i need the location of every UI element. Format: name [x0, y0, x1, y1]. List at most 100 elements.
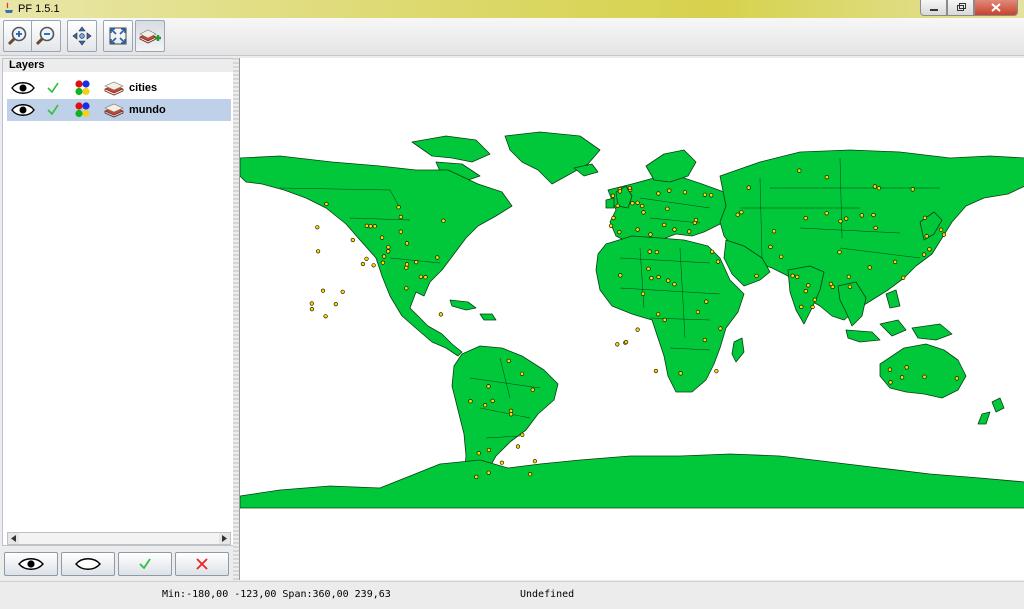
city-marker	[682, 190, 688, 195]
city-marker	[910, 187, 915, 192]
country-shape	[449, 299, 477, 311]
city-marker	[309, 301, 314, 306]
city-marker	[508, 408, 514, 414]
city-marker	[630, 201, 635, 206]
layer-style-button[interactable]	[74, 80, 92, 96]
zoom-in-button[interactable]	[3, 20, 33, 52]
city-marker	[309, 307, 314, 312]
city-marker	[532, 459, 538, 464]
country-shape	[911, 323, 953, 341]
city-marker	[922, 374, 927, 379]
zoom-out-button[interactable]	[31, 20, 61, 52]
city-marker	[715, 259, 721, 264]
city-marker	[867, 265, 872, 270]
horizontal-scrollbar[interactable]	[7, 532, 231, 545]
check-icon	[139, 558, 151, 570]
hide-layer-button[interactable]	[61, 552, 115, 576]
title-bar: PF 1.5.1	[0, 0, 1024, 18]
country-shape	[645, 149, 697, 183]
city-marker	[704, 299, 709, 304]
city-marker	[490, 398, 495, 404]
city-marker	[824, 174, 830, 180]
layer-properties-button[interactable]	[104, 102, 124, 118]
eye-icon	[18, 558, 44, 570]
country-shape	[595, 235, 745, 393]
city-marker	[610, 193, 616, 198]
scroll-left-button[interactable]	[8, 533, 19, 544]
city-marker	[693, 217, 699, 223]
red-x-icon	[196, 558, 208, 570]
city-marker	[333, 302, 338, 307]
city-marker	[641, 291, 646, 296]
city-marker	[441, 218, 446, 223]
city-marker	[710, 249, 715, 254]
city-marker	[640, 203, 645, 209]
map-extent-readout: Min:-180,00 -123,00 Span:360,00 239,63	[162, 589, 391, 600]
city-marker	[315, 249, 321, 254]
city-marker	[635, 327, 640, 332]
add-layer-button[interactable]	[135, 20, 165, 52]
layer-enabled-check[interactable]	[46, 80, 60, 96]
toolbar	[0, 18, 1024, 56]
city-marker	[824, 211, 829, 216]
minimize-button[interactable]	[920, 0, 947, 16]
city-marker	[656, 274, 661, 280]
city-marker	[662, 317, 667, 323]
layer-visibility-toggle[interactable]	[11, 102, 35, 118]
city-marker	[656, 312, 661, 317]
city-marker	[323, 314, 328, 319]
country-shape	[879, 343, 967, 399]
layer-enabled-check[interactable]	[46, 102, 60, 118]
eye-icon	[11, 82, 35, 94]
pan-button[interactable]	[67, 20, 97, 52]
layer-row-cities[interactable]: cities	[7, 77, 231, 99]
city-marker	[506, 358, 511, 364]
city-marker	[608, 223, 614, 228]
city-marker	[695, 309, 701, 315]
city-marker	[486, 384, 491, 389]
eye-closed-icon	[75, 558, 101, 570]
world-map	[240, 131, 1024, 509]
maximize-button[interactable]	[947, 0, 974, 16]
eye-icon	[11, 104, 35, 116]
city-marker	[483, 403, 488, 408]
city-marker	[617, 189, 623, 194]
city-marker	[873, 225, 878, 230]
city-marker	[771, 229, 777, 234]
city-marker	[647, 249, 652, 254]
city-marker	[649, 276, 654, 281]
layer-visibility-toggle[interactable]	[11, 80, 35, 96]
city-marker	[382, 254, 387, 259]
city-marker	[892, 259, 898, 264]
crs-label: Undefined	[520, 589, 575, 600]
scroll-right-button[interactable]	[219, 533, 230, 544]
remove-layer-button[interactable]	[175, 552, 229, 576]
arrow-left-icon	[10, 535, 16, 542]
layer-style-button[interactable]	[74, 102, 92, 118]
city-marker	[665, 206, 670, 211]
map-canvas[interactable]	[239, 58, 1024, 580]
city-marker	[315, 225, 320, 230]
show-layer-button[interactable]	[4, 552, 58, 576]
enable-layer-button[interactable]	[118, 552, 172, 576]
layer-row-mundo[interactable]: mundo	[7, 99, 231, 121]
city-marker	[779, 254, 784, 259]
city-marker	[899, 375, 905, 380]
city-marker	[739, 210, 744, 215]
city-marker	[404, 265, 409, 270]
city-marker	[404, 286, 409, 291]
country-shape	[977, 411, 991, 425]
city-marker	[509, 412, 514, 417]
city-marker	[887, 367, 893, 372]
close-window-button[interactable]	[974, 0, 1018, 16]
city-marker	[678, 371, 683, 376]
rgb-color-icon	[75, 80, 90, 96]
country-shape	[885, 289, 901, 309]
layer-properties-button[interactable]	[104, 80, 124, 96]
minimize-icon	[929, 8, 938, 11]
city-marker	[371, 263, 376, 268]
country-shape	[504, 131, 601, 185]
zoom-extent-button[interactable]	[103, 20, 133, 52]
city-marker	[790, 273, 795, 278]
city-marker	[364, 223, 369, 228]
